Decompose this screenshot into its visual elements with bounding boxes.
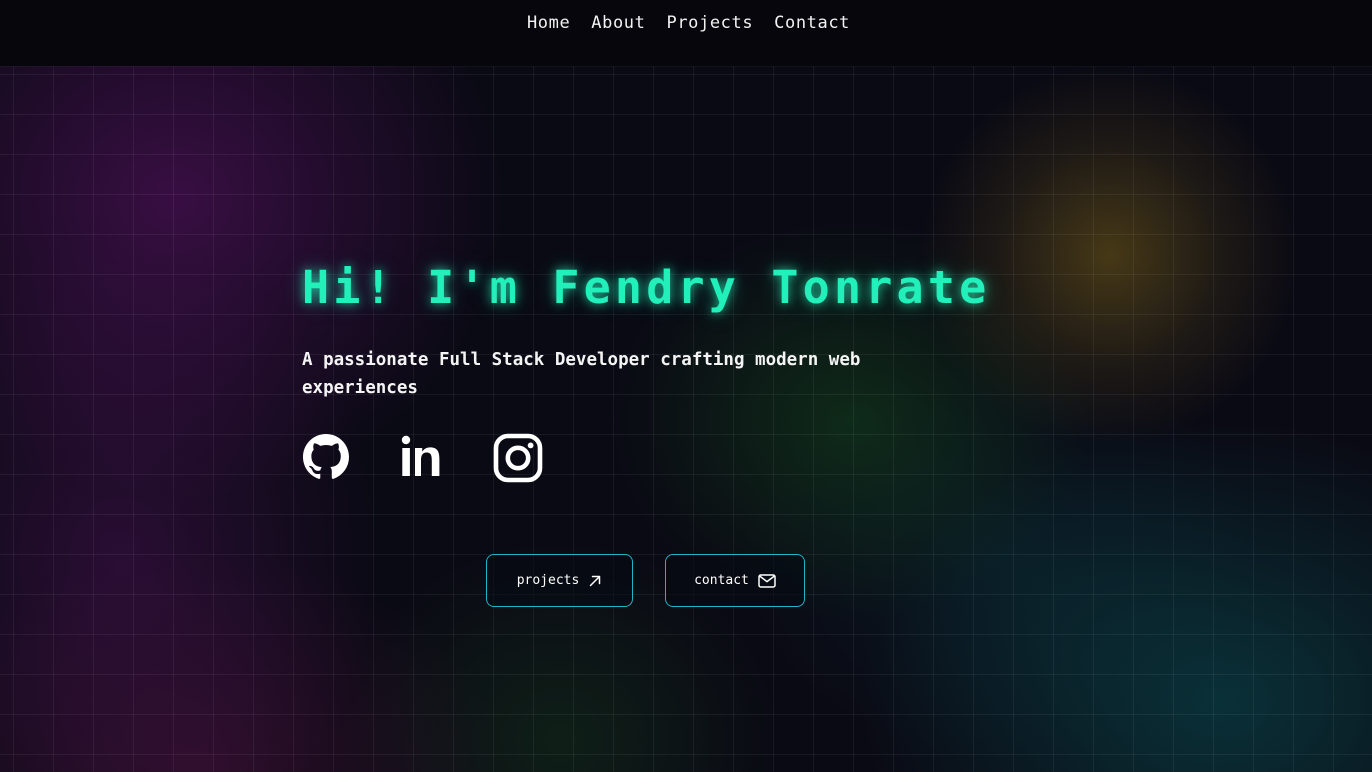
nav-link-about[interactable]: About	[591, 13, 645, 33]
github-link[interactable]	[302, 433, 350, 481]
linkedin-link[interactable]	[399, 433, 447, 481]
top-navigation: Home About Projects Contact	[0, 0, 1372, 66]
mail-icon	[758, 573, 776, 588]
nav-link-contact[interactable]: Contact	[774, 13, 850, 33]
background-grid	[0, 66, 1372, 772]
github-icon	[302, 433, 350, 481]
nav-links: Home About Projects Contact	[527, 13, 850, 33]
page: Home About Projects Contact Hi! I'm Fend…	[0, 0, 1372, 772]
nav-link-projects[interactable]: Projects	[666, 13, 753, 33]
contact-button-label: contact	[694, 573, 749, 588]
instagram-icon	[493, 433, 543, 483]
hero-subtitle: A passionate Full Stack Developer crafti…	[302, 350, 861, 398]
projects-button-label: projects	[516, 573, 580, 588]
arrow-up-right-icon	[588, 574, 602, 588]
projects-button[interactable]: projects	[486, 554, 633, 607]
nav-link-home[interactable]: Home	[527, 13, 570, 33]
contact-button[interactable]: contact	[665, 554, 805, 607]
linkedin-icon	[399, 433, 447, 481]
hero-title: Hi! I'm Fendry Tonrate	[302, 261, 991, 314]
instagram-link[interactable]	[493, 433, 543, 483]
